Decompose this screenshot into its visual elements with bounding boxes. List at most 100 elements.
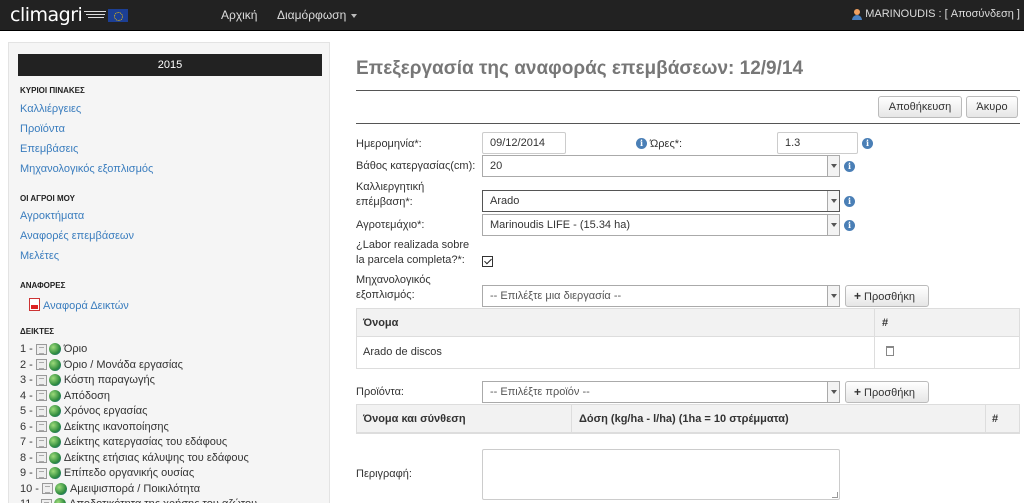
indicator-item[interactable]: 9 - Επίπεδο οργανικής ουσίας (20, 467, 194, 479)
complete-parcel-label-line1: ¿Labor realizada sobre (356, 239, 470, 251)
globe-icon[interactable] (48, 374, 61, 386)
chevron-down-icon (827, 156, 839, 176)
globe-icon[interactable] (48, 467, 61, 479)
machinery-label-line1: Μηχανολογικός (356, 274, 431, 286)
sidebar-link-farms[interactable]: Αγροκτήματα (20, 210, 84, 222)
save-button[interactable]: Αποθήκευση (878, 96, 962, 118)
indicator-number: 7 - (20, 436, 33, 448)
indicator-number: 3 - (20, 374, 33, 386)
pdf-icon (29, 298, 40, 311)
description-textarea[interactable] (482, 449, 840, 500)
add-machinery-label: Προσθήκη (864, 291, 915, 303)
globe-icon[interactable] (48, 389, 61, 402)
complete-parcel-checkbox[interactable] (482, 256, 493, 267)
globe-icon[interactable] (48, 343, 61, 355)
indicator-number: 10 - (20, 482, 39, 495)
year-selector[interactable]: 2015 (18, 54, 322, 76)
indicator-item[interactable]: 6 - Δείκτης ικανοποίησης (20, 420, 169, 433)
brand-logo[interactable]: climagri (10, 4, 129, 26)
globe-icon[interactable] (48, 358, 61, 371)
sidebar-heading-indicators: ΔΕΙΚΤΕΣ (20, 327, 55, 336)
page-title: Επεξεργασία της αναφοράς επεμβάσεων: 12/… (356, 58, 804, 79)
description-label: Περιγραφή: (356, 468, 412, 480)
add-product-button[interactable]: + Προσθήκη (845, 381, 929, 403)
table-icon[interactable] (35, 467, 47, 479)
table-icon[interactable] (35, 421, 47, 432)
globe-icon[interactable] (48, 405, 61, 417)
info-icon[interactable]: i (636, 138, 647, 149)
indicator-label: Δείκτης ικανοποίησης (63, 420, 169, 433)
table-icon[interactable] (35, 390, 47, 401)
sidebar-link-operations[interactable]: Επεμβάσεις (20, 143, 78, 155)
operation-label-line1: Καλλιεργητική (356, 181, 425, 193)
add-machinery-button[interactable]: + Προσθήκη (845, 285, 929, 307)
operation-select[interactable]: Arado (482, 190, 840, 212)
nav-user-logout[interactable]: MARINOUDIS : [ Αποσύνδεση ] (852, 8, 1020, 20)
globe-icon[interactable] (48, 420, 61, 433)
indicator-item[interactable]: 8 - Δείκτης ετήσιας κάλυψης του εδάφους (20, 451, 249, 464)
sidebar-heading-main-tables: ΚΥΡΙΟΙ ΠΙΝΑΚΕΣ (20, 86, 85, 95)
indicator-label: Αμειψισπορά / Ποικιλότητα (69, 482, 201, 495)
indicator-number: 9 - (20, 467, 33, 479)
info-icon[interactable]: i (844, 220, 855, 231)
toolbar-divider (356, 123, 1020, 124)
user-icon (852, 8, 863, 20)
info-icon[interactable]: i (844, 161, 855, 172)
sidebar-heading-my-farms: ΟΙ ΑΓΡΟΙ ΜΟΥ (20, 194, 75, 203)
sidebar-link-studies[interactable]: Μελέτες (20, 250, 59, 262)
sidebar-link-products[interactable]: Προϊόντα (20, 123, 65, 135)
depth-value: 20 (490, 160, 503, 172)
table-icon[interactable] (41, 483, 53, 494)
plot-select[interactable]: Marinoudis LIFE - (15.34 ha) (482, 214, 840, 236)
sidebar-link-crops[interactable]: Καλλιέργειες (20, 103, 81, 115)
depth-select[interactable]: 20 (482, 155, 840, 177)
operation-label-line2: επέμβαση*: (356, 196, 413, 208)
hours-input[interactable]: 1.3 (777, 132, 858, 154)
indicator-item[interactable]: 3 - Κόστη παραγωγής (20, 374, 155, 386)
products-select[interactable]: -- Επιλέξτε προϊόν -- (482, 381, 840, 403)
title-divider (356, 90, 1020, 91)
globe-icon[interactable] (48, 436, 61, 448)
indicator-number: 11 - (20, 498, 38, 503)
nav-home-link[interactable]: Αρχική (221, 8, 257, 22)
table-divider (985, 404, 986, 434)
globe-icon[interactable] (54, 498, 67, 503)
machinery-select[interactable]: -- Επιλέξτε μια διεργασία -- (482, 285, 840, 307)
info-icon[interactable]: i (844, 196, 855, 207)
indicator-item[interactable]: 7 - Δείκτης κατεργασίας του εδάφους (20, 436, 227, 448)
trash-icon[interactable] (886, 346, 894, 356)
indicator-item[interactable]: 1 - Όριο (20, 343, 87, 355)
table-icon[interactable] (35, 405, 47, 417)
table-icon[interactable] (35, 374, 47, 386)
table-divider (874, 308, 875, 369)
chevron-down-icon (827, 382, 839, 402)
indicator-item[interactable]: 10 - Αμειψισπορά / Ποικιλότητα (20, 482, 201, 495)
date-input[interactable]: 09/12/2014 (482, 132, 566, 154)
table-icon[interactable] (35, 452, 47, 463)
sidebar-link-indicator-report[interactable]: Αναφορά Δεικτών (29, 298, 129, 312)
info-icon[interactable]: i (862, 138, 873, 149)
eu-flag-icon (108, 8, 129, 22)
cancel-button[interactable]: Άκυρο (966, 96, 1018, 118)
globe-icon[interactable] (54, 482, 67, 495)
indicator-number: 4 - (20, 389, 33, 402)
sidebar-link-machinery[interactable]: Μηχανολογικός εξοπλισμός (20, 163, 153, 175)
table-icon[interactable] (35, 343, 47, 355)
operation-value: Arado (490, 195, 520, 207)
resize-handle-icon[interactable] (832, 492, 838, 498)
indicator-item[interactable]: 4 - Απόδοση (20, 389, 110, 402)
brand-lines-icon (84, 9, 107, 21)
indicator-number: 1 - (20, 343, 33, 355)
table-icon[interactable] (41, 498, 53, 503)
sidebar-link-operation-reports[interactable]: Αναφορές επεμβάσεων (20, 230, 134, 242)
nav-config-label: Διαμόρφωση (277, 8, 347, 22)
indicator-item[interactable]: 2 - Όριο / Μονάδα εργασίας (20, 358, 183, 371)
globe-icon[interactable] (48, 451, 61, 464)
table-icon[interactable] (35, 359, 47, 370)
indicator-item[interactable]: 5 - Χρόνος εργασίας (20, 405, 147, 417)
indicator-label: Χρόνος εργασίας (63, 405, 148, 417)
nav-config-dropdown[interactable]: Διαμόρφωση (277, 8, 358, 22)
indicator-item[interactable]: 11 - Αποδοτικότητα της χρήσης του αζώτου (20, 498, 257, 503)
table-icon[interactable] (35, 436, 47, 448)
date-label: Ημερομηνία*: (356, 138, 422, 150)
